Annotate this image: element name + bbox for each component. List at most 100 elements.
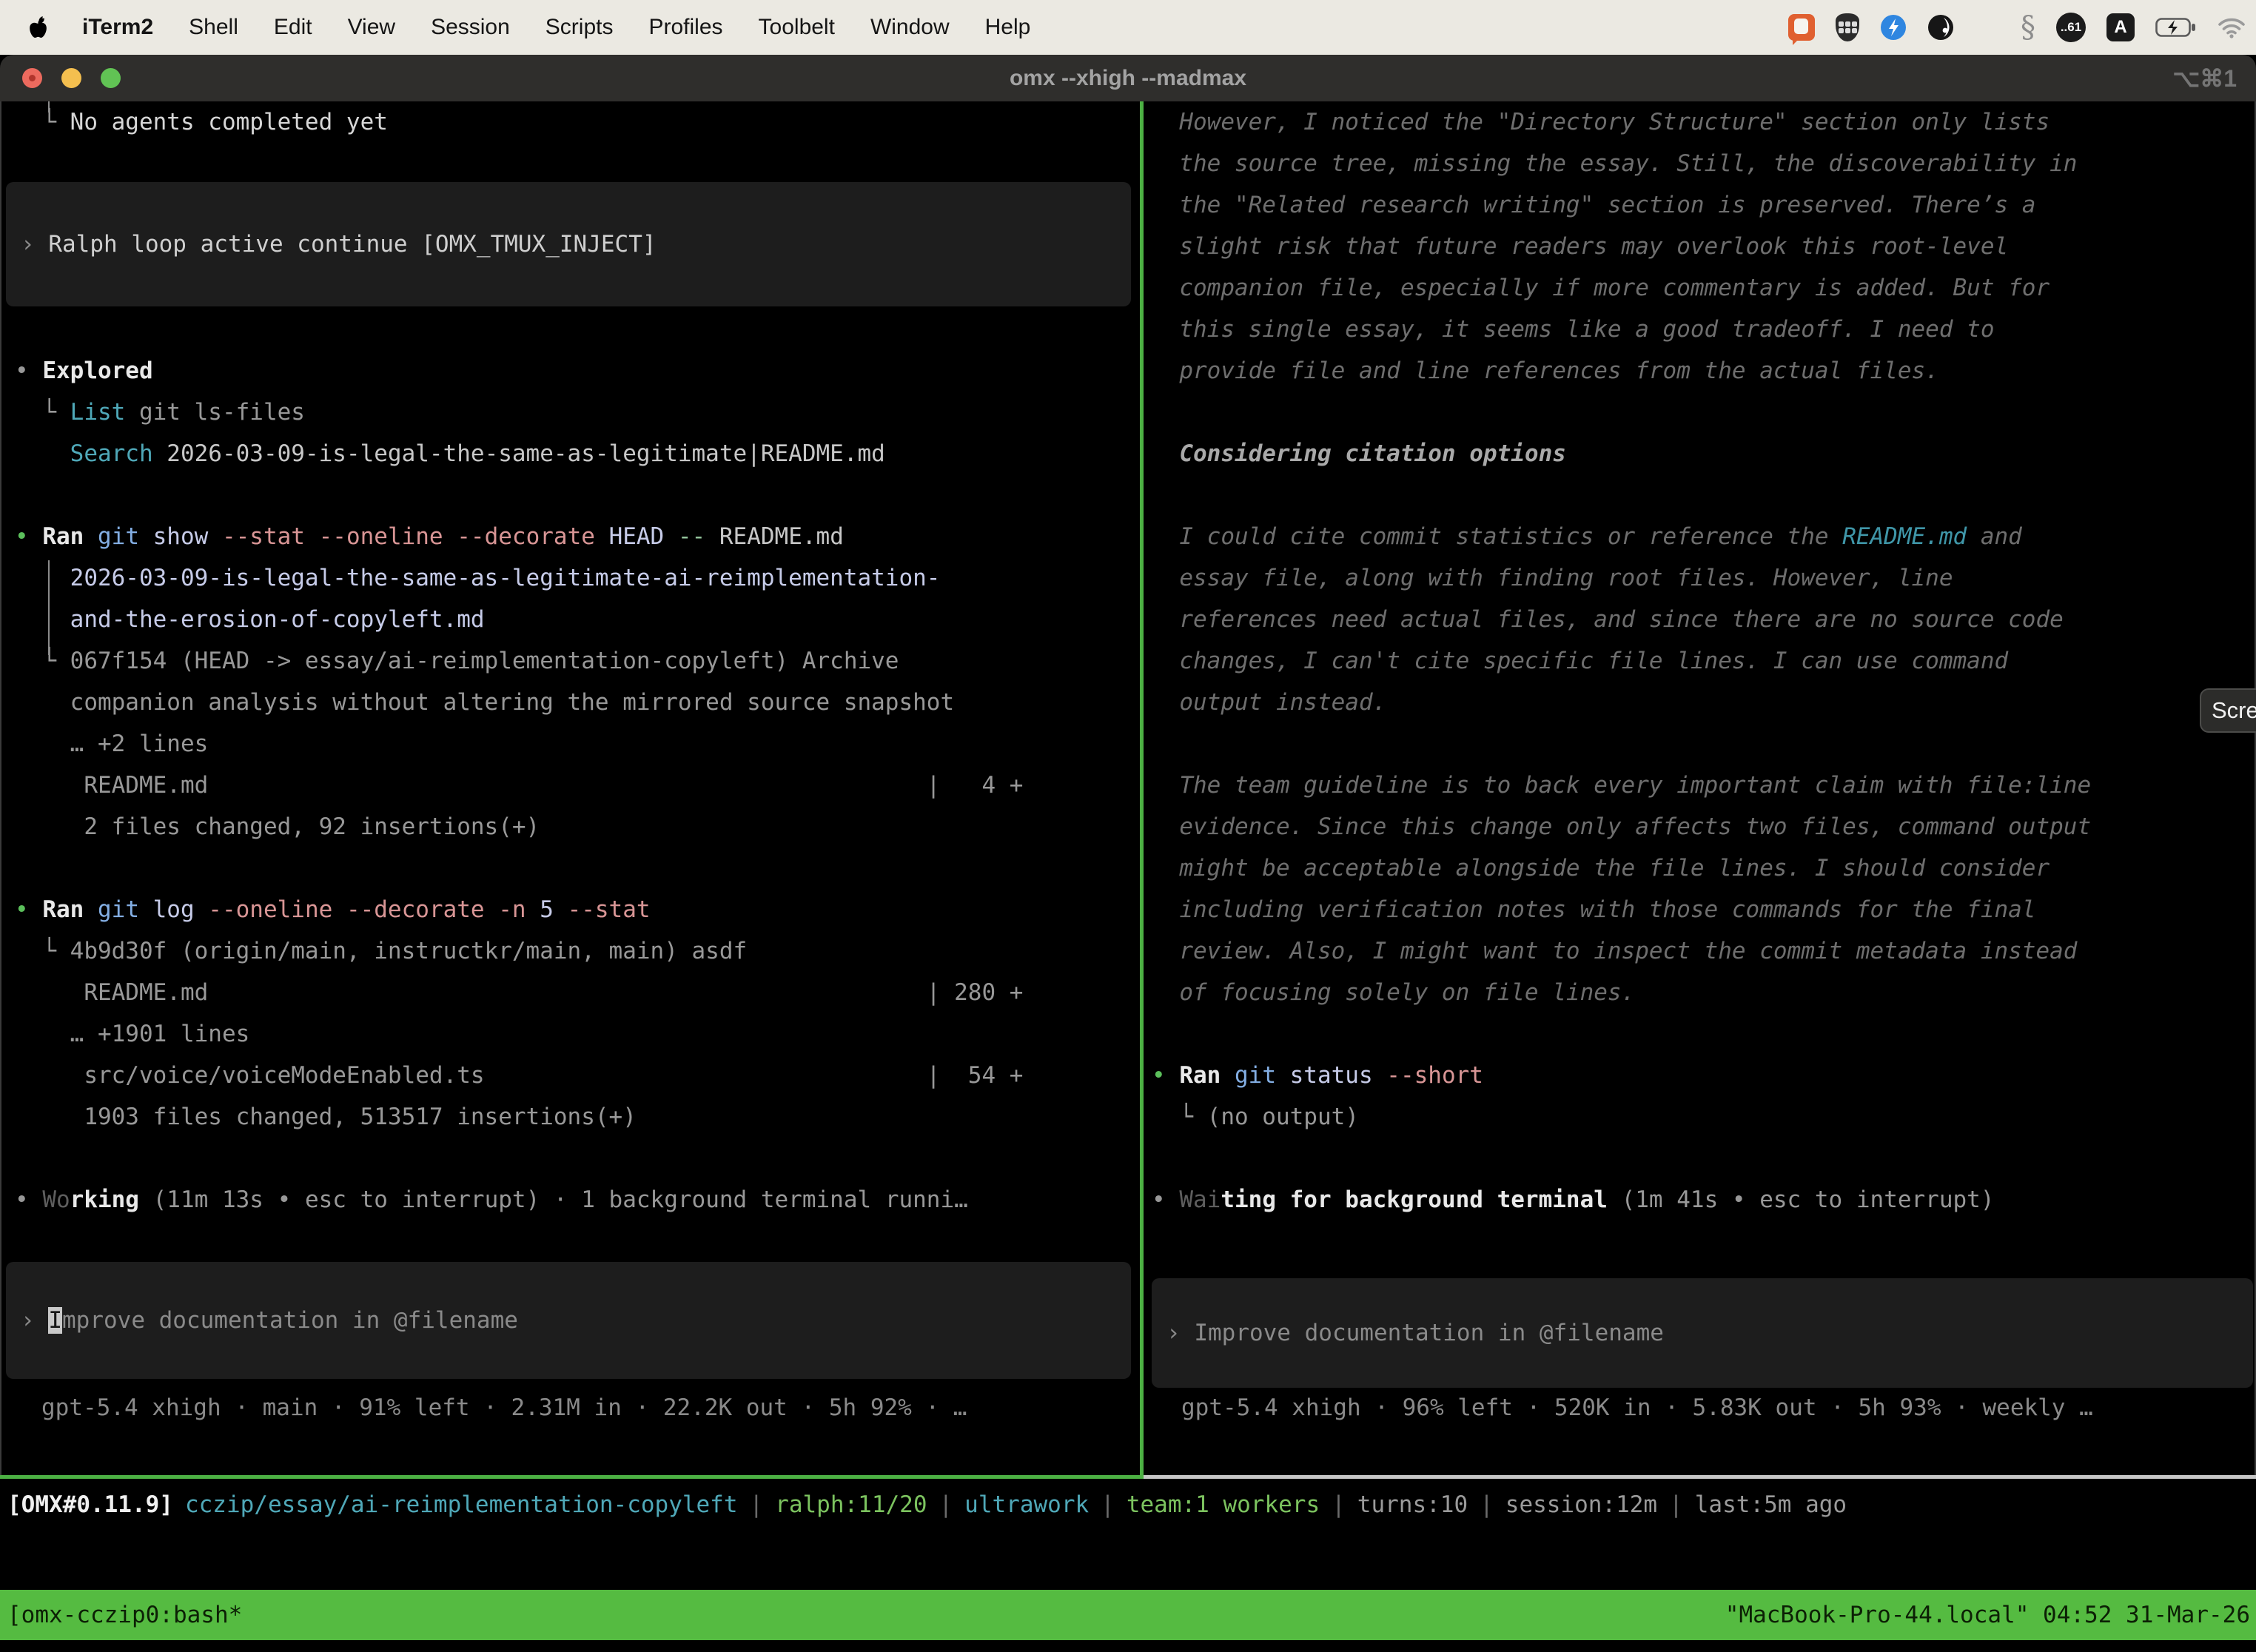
terminal-line: └ 4b9d30f (origin/main, instructkr/main,… [15,930,1140,972]
omx-bar-separator: | [1468,1484,1505,1525]
terminal-line: slight risk that future readers may over… [1152,226,2256,267]
right-agent-pane: However, I noticed the "Directory Struct… [1137,101,2256,1578]
terminal-line: references need actual files, and since … [1152,599,2256,640]
zoom-button[interactable] [101,68,121,88]
omx-bar-separator: | [1657,1484,1695,1525]
terminal-line: of focusing solely on file lines. [1152,972,2256,1013]
menu-window[interactable]: Window [853,15,967,40]
terminal-line [1152,723,2256,765]
recording-indicator-icon[interactable] [1788,14,1815,41]
prompt-chevron: › [6,231,35,258]
menu-profiles[interactable]: Profiles [631,15,740,40]
terminal-line: Considering citation options [1152,433,2256,474]
terminal-line: essay file, along with finding root file… [1152,557,2256,599]
window-shortcut-badge: ⌥⌘1 [2172,64,2237,93]
menu-iterm2[interactable]: iTerm2 [64,15,171,40]
terminal-line: changes, I can't cite specific file line… [1152,640,2256,682]
terminal-line: • Working (11m 13s • esc to interrupt) ·… [15,1179,1140,1220]
terminal-line [1152,1138,2256,1179]
tree-connector [48,560,50,655]
menu-edit[interactable]: Edit [256,15,330,40]
text-cursor: I [48,1307,62,1334]
pane-divider[interactable] [1140,101,1144,1475]
terminal-content: └ No agents completed yet• Explored └ Li… [0,101,2256,1652]
battery-charging-icon[interactable] [2155,16,2197,38]
close-button[interactable] [22,68,42,88]
dots-grid-icon[interactable] [1975,15,2000,40]
input-placeholder: Improve documentation in @filename [1194,1320,1664,1346]
right-model-status: gpt-5.4 xhigh · 96% left · 520K in · 5.8… [1181,1387,2093,1428]
left-model-status: gpt-5.4 xhigh · main · 91% left · 2.31M … [41,1387,967,1428]
terminal-line: The team guideline is to back every impo… [1152,765,2256,806]
tree-connector [48,101,50,113]
apple-menu-icon[interactable] [28,16,48,40]
menu-items: iTerm2ShellEditViewSessionScriptsProfile… [64,15,1048,40]
terminal-line: src/voice/voiceModeEnabled.ts | 54 + [15,1055,1140,1096]
omx-bar-separator: | [1320,1484,1357,1525]
omx-status-bar: [OMX#0.11.9]cczip/essay/ai-reimplementat… [7,1484,1847,1525]
omx-bar-separator: | [927,1484,965,1525]
terminal-line: including verification notes with those … [1152,889,2256,930]
terminal-line [15,847,1140,889]
section-sign-icon[interactable]: § [2021,14,2035,41]
terminal-line: • Ran git log --oneline --decorate -n 5 … [15,889,1140,930]
menu-status-icons: § ..61 A [1788,0,2246,55]
terminal-line [15,1138,1140,1179]
terminal-line [1152,474,2256,516]
terminal-line: … +1901 lines [15,1013,1140,1055]
menu-help[interactable]: Help [967,15,1049,40]
percent-badge-icon[interactable]: ..61 [2056,13,2086,42]
prompt-chevron: › [1152,1320,1194,1346]
tmux-session-label[interactable]: [omx-cczip0:bash* [0,1602,242,1628]
menu-session[interactable]: Session [413,15,528,40]
terminal-line: I could cite commit statistics or refere… [1152,516,2256,557]
omx-bar-segment: last:5m ago [1695,1484,1847,1525]
terminal-line: … +2 lines [15,723,1140,765]
terminal-line: the source tree, missing the essay. Stil… [1152,143,2256,184]
shield-grid-icon[interactable] [1836,13,1859,41]
menu-view[interactable]: View [330,15,413,40]
terminal-line [15,143,1140,184]
window-left-edge [0,101,1,1475]
terminal-line: evidence. Since this change only affects… [1152,806,2256,847]
terminal-line [1152,392,2256,433]
minimize-button[interactable] [61,68,81,88]
tmux-status-bar: [omx-cczip0:bash* "MacBook-Pro-44.local"… [0,1590,2256,1640]
omx-bar-segment: session:12m [1505,1484,1657,1525]
omx-bar-segment: [OMX#0.11.9] [7,1484,173,1525]
terminal-line: └ (no output) [1152,1096,2256,1138]
ralph-loop-banner: › Ralph loop active continue [OMX_TMUX_I… [6,182,1131,306]
terminal-line [15,474,1140,516]
terminal-line: might be acceptable alongside the file l… [1152,847,2256,889]
right-prompt-input[interactable]: › Improve documentation in @filename [1152,1278,2253,1388]
macos-menu-bar: iTerm2ShellEditViewSessionScriptsProfile… [0,0,2256,55]
terminal-line: └ List git ls-files [15,392,1140,433]
menu-scripts[interactable]: Scripts [528,15,631,40]
omx-bar-segment: turns:10 [1357,1484,1468,1525]
wifi-icon[interactable] [2218,16,2246,38]
ralph-loop-text: Ralph loop active continue [OMX_TMUX_INJ… [35,231,657,258]
terminal-line: • Waiting for background terminal (1m 41… [1152,1179,2256,1220]
blue-badge-icon[interactable] [1880,14,1907,41]
terminal-line: README.md | 4 + [15,765,1140,806]
right-pane-transcript: However, I noticed the "Directory Struct… [1137,101,2256,1220]
terminal-line: Search 2026-03-09-is-legal-the-same-as-l… [15,433,1140,474]
terminal-line [15,309,1140,350]
window-title-bar: omx --xhigh --madmax ⌥⌘1 [0,55,2256,101]
a-app-icon[interactable]: A [2106,13,2135,41]
menu-toolbelt[interactable]: Toolbelt [741,15,853,40]
left-prompt-input[interactable]: › Improve documentation in @filename [6,1262,1131,1379]
screen-share-overlay-chip[interactable]: Scre [2200,688,2256,733]
terminal-line [1152,1013,2256,1055]
left-agent-pane: └ No agents completed yet• Explored └ Li… [0,101,1140,1578]
omx-bar-segments: [OMX#0.11.9]cczip/essay/ai-reimplementat… [7,1484,1847,1525]
terminal-line: output instead. [1152,682,2256,723]
omx-bar-segment: ultrawork [964,1484,1089,1525]
omx-bar-segment: cczip/essay/ai-reimplementation-copyleft [173,1484,738,1525]
crescent-circle-icon[interactable] [1927,14,1954,41]
terminal-line: └ 067f154 (HEAD -> essay/ai-reimplementa… [15,640,1140,682]
prompt-chevron: › [6,1307,48,1334]
terminal-line: 2 files changed, 92 insertions(+) [15,806,1140,847]
menu-shell[interactable]: Shell [171,15,256,40]
terminal-line: provide file and line references from th… [1152,350,2256,392]
